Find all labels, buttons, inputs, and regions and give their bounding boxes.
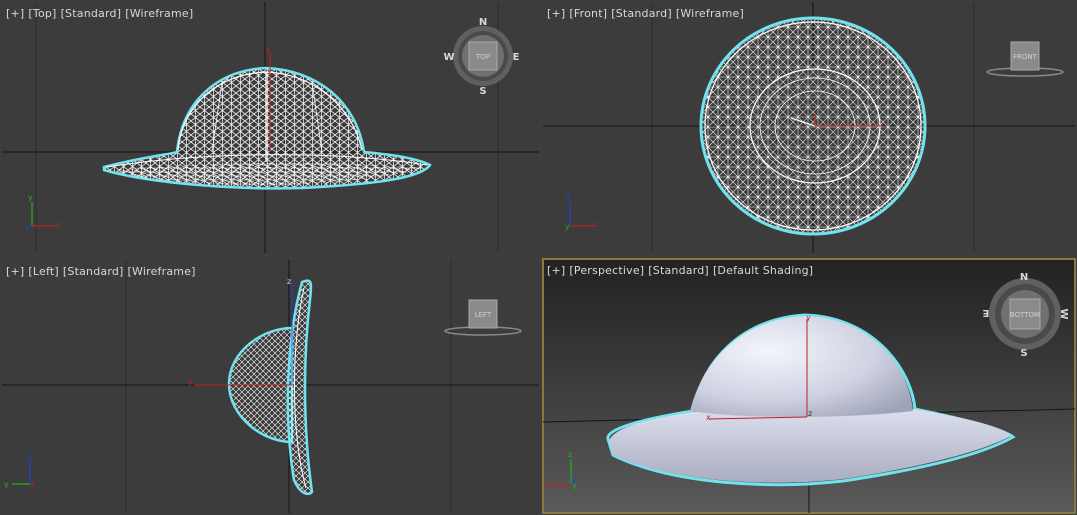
compass-south[interactable]: S: [479, 86, 486, 97]
perspective-view-scene[interactable]: y x z BOTTOM N S E W z x y: [543, 259, 1075, 513]
gizmo-axis-label: z: [287, 277, 291, 286]
viewport-perspective[interactable]: y x z BOTTOM N S E W z x y [+] [Perspecti…: [542, 258, 1076, 514]
hat-shaded[interactable]: [606, 313, 1016, 487]
axis-triad: z x y: [545, 450, 578, 490]
viewcube[interactable]: TOP N S E W: [443, 17, 519, 97]
viewcube-face-label: LEFT: [475, 311, 492, 319]
axis-triad: z y x: [4, 451, 35, 489]
hat-wireframe[interactable]: [699, 16, 927, 236]
viewport-label: [+] [Left] [Standard] [Wireframe]: [6, 265, 200, 278]
left-view-scene[interactable]: z y LEFT z y x: [2, 260, 539, 513]
gizmo-axis-label: y: [806, 313, 811, 322]
viewcube[interactable]: LEFT: [444, 299, 522, 336]
compass-north[interactable]: N: [479, 17, 487, 28]
triad-label-x: x: [593, 220, 598, 229]
triad-label-x: x: [545, 481, 550, 490]
gizmo-axis-label: y: [265, 45, 270, 54]
triad-label-y: y: [4, 480, 9, 489]
compass-west[interactable]: W: [1058, 308, 1069, 319]
triad-label-x: x: [30, 480, 35, 489]
compass-south[interactable]: S: [1020, 348, 1027, 359]
compass-west[interactable]: W: [443, 52, 454, 63]
viewport-point-of-view[interactable]: [Front]: [569, 7, 607, 20]
compass-north[interactable]: N: [1020, 272, 1028, 283]
top-view-scene[interactable]: y TOP N S E W y x z: [2, 2, 539, 253]
viewport-shading[interactable]: [Default Shading]: [713, 264, 813, 277]
triad-label-z: z: [566, 193, 570, 202]
viewport-top[interactable]: y TOP N S E W y x z [+] [Top] [Standard] [W…: [2, 2, 539, 253]
triad-label-z: z: [26, 222, 30, 231]
viewport-front[interactable]: FRONT z x y [+] [Front] [Standard] [Wirefra…: [543, 2, 1075, 253]
viewport-label: [+] [Perspective] [Standard] [Default Shadi…: [547, 264, 817, 277]
triad-label-x: x: [56, 220, 61, 229]
gizmo-axis-label: x: [706, 413, 711, 422]
gizmo-axis-label: z: [808, 409, 812, 418]
front-view-scene[interactable]: FRONT z x y: [543, 2, 1075, 253]
triad-label-y: y: [565, 222, 570, 231]
viewcube-face-label: BOTTOM: [1010, 311, 1040, 319]
viewport-mode[interactable]: [Standard]: [63, 265, 124, 278]
viewport-menu[interactable]: [+]: [6, 265, 24, 278]
viewport-mode[interactable]: [Standard]: [611, 7, 672, 20]
viewport-shading[interactable]: [Wireframe]: [128, 265, 196, 278]
viewport-shading[interactable]: [Wireframe]: [125, 7, 193, 20]
hat-wireframe[interactable]: [227, 279, 314, 496]
viewport-left[interactable]: z y LEFT z y x [+] [Left] [Standard] [Wiref…: [2, 260, 539, 513]
axis-triad: z x y: [565, 193, 598, 231]
viewcube[interactable]: BOTTOM N S E W: [982, 272, 1069, 359]
viewport-point-of-view[interactable]: [Left]: [28, 265, 58, 278]
axis-triad: y x z: [26, 193, 61, 231]
viewport-menu[interactable]: [+]: [547, 264, 565, 277]
triad-label-z: z: [568, 450, 572, 459]
viewport-label: [+] [Front] [Standard] [Wireframe]: [547, 7, 748, 20]
viewport-mode[interactable]: [Standard]: [61, 7, 122, 20]
gizmo-axis-label: y: [188, 377, 193, 386]
compass-east[interactable]: E: [982, 307, 989, 318]
viewcube-face-label: TOP: [475, 53, 490, 61]
viewcube-face-label: FRONT: [1013, 53, 1038, 61]
hat-wireframe[interactable]: [102, 66, 432, 190]
compass-east[interactable]: E: [513, 52, 520, 63]
viewport-point-of-view[interactable]: [Perspective]: [569, 264, 644, 277]
viewport-mode[interactable]: [Standard]: [648, 264, 709, 277]
triad-label-z: z: [27, 451, 31, 460]
viewport-point-of-view[interactable]: [Top]: [28, 7, 56, 20]
viewport-menu[interactable]: [+]: [6, 7, 24, 20]
viewport-shading[interactable]: [Wireframe]: [676, 7, 744, 20]
viewcube[interactable]: FRONT: [986, 41, 1064, 77]
viewport-menu[interactable]: [+]: [547, 7, 565, 20]
viewport-label: [+] [Top] [Standard] [Wireframe]: [6, 7, 197, 20]
triad-label-y: y: [28, 193, 33, 202]
triad-label-y: y: [572, 481, 577, 490]
